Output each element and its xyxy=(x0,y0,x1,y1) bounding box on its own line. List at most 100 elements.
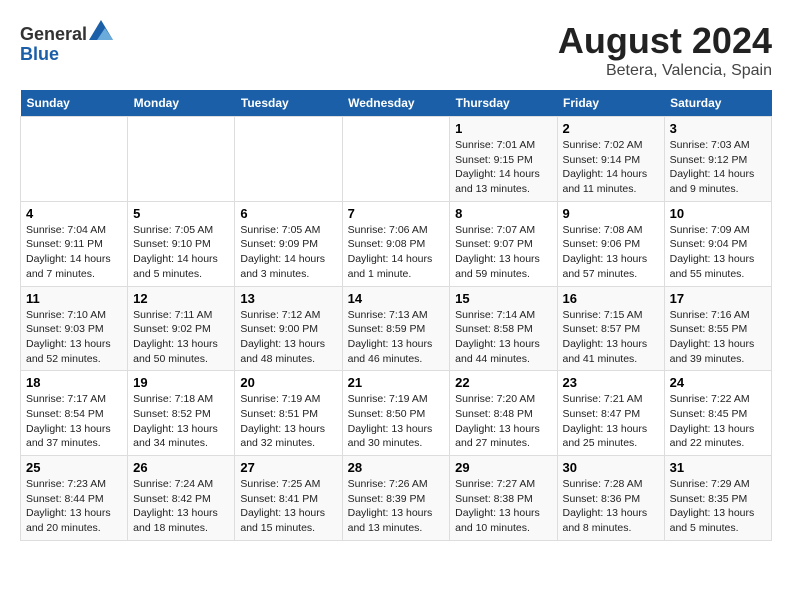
calendar-cell: 5 Sunrise: 7:05 AMSunset: 9:10 PMDaylight… xyxy=(128,201,235,286)
day-number: 8 xyxy=(455,206,551,221)
day-number: 23 xyxy=(563,375,659,390)
calendar-cell: 6 Sunrise: 7:05 AMSunset: 9:09 PMDaylight… xyxy=(235,201,342,286)
calendar-cell: 3Sunrise: 7:03 AMSunset: 9:12 PMDaylight… xyxy=(664,117,771,202)
day-number: 31 xyxy=(670,460,766,475)
calendar-cell: 26 Sunrise: 7:24 AMSunset: 8:42 PMDayligh… xyxy=(128,456,235,541)
day-number: 18 xyxy=(26,375,122,390)
weekday-header: Saturday xyxy=(664,90,771,117)
day-number: 11 xyxy=(26,291,122,306)
calendar-cell: 2Sunrise: 7:02 AMSunset: 9:14 PMDaylight… xyxy=(557,117,664,202)
day-info: Sunrise: 7:28 AMSunset: 8:36 PMDaylight:… xyxy=(563,477,659,536)
day-info: Sunrise: 7:15 AMSunset: 8:57 PMDaylight:… xyxy=(563,308,659,367)
day-number: 7 xyxy=(348,206,445,221)
day-number: 10 xyxy=(670,206,766,221)
title-block: August 2024 Betera, Valencia, Spain xyxy=(558,20,772,80)
calendar-week-row: 11 Sunrise: 7:10 AMSunset: 9:03 PMDayligh… xyxy=(21,286,772,371)
day-info: Sunrise: 7:09 AMSunset: 9:04 PMDaylight:… xyxy=(670,223,766,282)
calendar-header: SundayMondayTuesdayWednesdayThursdayFrid… xyxy=(21,90,772,117)
day-number: 19 xyxy=(133,375,229,390)
logo-blue-text: Blue xyxy=(20,44,59,64)
day-info: Sunrise: 7:20 AMSunset: 8:48 PMDaylight:… xyxy=(455,392,551,451)
day-info: Sunrise: 7:19 AMSunset: 8:50 PMDaylight:… xyxy=(348,392,445,451)
day-info: Sunrise: 7:25 AMSunset: 8:41 PMDaylight:… xyxy=(240,477,336,536)
day-info: Sunrise: 7:08 AMSunset: 9:06 PMDaylight:… xyxy=(563,223,659,282)
day-info: Sunrise: 7:14 AMSunset: 8:58 PMDaylight:… xyxy=(455,308,551,367)
calendar-cell: 21 Sunrise: 7:19 AMSunset: 8:50 PMDayligh… xyxy=(342,371,450,456)
day-number: 20 xyxy=(240,375,336,390)
day-number: 27 xyxy=(240,460,336,475)
day-number: 13 xyxy=(240,291,336,306)
day-info: Sunrise: 7:19 AMSunset: 8:51 PMDaylight:… xyxy=(240,392,336,451)
day-info: Sunrise: 7:27 AMSunset: 8:38 PMDaylight:… xyxy=(455,477,551,536)
day-info: Sunrise: 7:06 AMSunset: 9:08 PMDaylight:… xyxy=(348,223,445,282)
day-info: Sunrise: 7:22 AMSunset: 8:45 PMDaylight:… xyxy=(670,392,766,451)
calendar-cell: 29Sunrise: 7:27 AMSunset: 8:38 PMDayligh… xyxy=(450,456,557,541)
calendar-cell: 18 Sunrise: 7:17 AMSunset: 8:54 PMDayligh… xyxy=(21,371,128,456)
day-info: Sunrise: 7:23 AMSunset: 8:44 PMDaylight:… xyxy=(26,477,122,536)
calendar-cell: 1 Sunrise: 7:01 AMSunset: 9:15 PMDaylight… xyxy=(450,117,557,202)
day-info: Sunrise: 7:18 AMSunset: 8:52 PMDaylight:… xyxy=(133,392,229,451)
calendar-cell: 25Sunrise: 7:23 AMSunset: 8:44 PMDayligh… xyxy=(21,456,128,541)
day-number: 22 xyxy=(455,375,551,390)
day-info: Sunrise: 7:21 AMSunset: 8:47 PMDaylight:… xyxy=(563,392,659,451)
weekday-header: Monday xyxy=(128,90,235,117)
calendar-cell: 30 Sunrise: 7:28 AMSunset: 8:36 PMDayligh… xyxy=(557,456,664,541)
calendar-subtitle: Betera, Valencia, Spain xyxy=(558,62,772,80)
logo-icon xyxy=(89,20,113,40)
calendar-cell: 11 Sunrise: 7:10 AMSunset: 9:03 PMDayligh… xyxy=(21,286,128,371)
calendar-cell: 4Sunrise: 7:04 AMSunset: 9:11 PMDaylight… xyxy=(21,201,128,286)
calendar-cell: 14 Sunrise: 7:13 AMSunset: 8:59 PMDayligh… xyxy=(342,286,450,371)
calendar-body: 1 Sunrise: 7:01 AMSunset: 9:15 PMDaylight… xyxy=(21,117,772,541)
calendar-cell: 28Sunrise: 7:26 AMSunset: 8:39 PMDayligh… xyxy=(342,456,450,541)
calendar-table: SundayMondayTuesdayWednesdayThursdayFrid… xyxy=(20,90,772,541)
calendar-cell: 10 Sunrise: 7:09 AMSunset: 9:04 PMDayligh… xyxy=(664,201,771,286)
calendar-cell: 13 Sunrise: 7:12 AMSunset: 9:00 PMDayligh… xyxy=(235,286,342,371)
calendar-cell: 27 Sunrise: 7:25 AMSunset: 8:41 PMDayligh… xyxy=(235,456,342,541)
day-info: Sunrise: 7:24 AMSunset: 8:42 PMDaylight:… xyxy=(133,477,229,536)
weekday-header: Sunday xyxy=(21,90,128,117)
day-info: Sunrise: 7:10 AMSunset: 9:03 PMDaylight:… xyxy=(26,308,122,367)
day-number: 14 xyxy=(348,291,445,306)
day-info: Sunrise: 7:05 AMSunset: 9:09 PMDaylight:… xyxy=(240,223,336,282)
calendar-week-row: 25Sunrise: 7:23 AMSunset: 8:44 PMDayligh… xyxy=(21,456,772,541)
calendar-cell: 9 Sunrise: 7:08 AMSunset: 9:06 PMDaylight… xyxy=(557,201,664,286)
calendar-cell: 24Sunrise: 7:22 AMSunset: 8:45 PMDayligh… xyxy=(664,371,771,456)
calendar-cell xyxy=(21,117,128,202)
calendar-cell: 22 Sunrise: 7:20 AMSunset: 8:48 PMDayligh… xyxy=(450,371,557,456)
day-number: 12 xyxy=(133,291,229,306)
day-info: Sunrise: 7:12 AMSunset: 9:00 PMDaylight:… xyxy=(240,308,336,367)
day-number: 9 xyxy=(563,206,659,221)
weekday-header: Wednesday xyxy=(342,90,450,117)
day-info: Sunrise: 7:13 AMSunset: 8:59 PMDaylight:… xyxy=(348,308,445,367)
day-info: Sunrise: 7:05 AMSunset: 9:10 PMDaylight:… xyxy=(133,223,229,282)
logo: General Blue xyxy=(20,20,113,65)
day-number: 26 xyxy=(133,460,229,475)
weekday-header: Friday xyxy=(557,90,664,117)
day-number: 21 xyxy=(348,375,445,390)
calendar-cell: 23 Sunrise: 7:21 AMSunset: 8:47 PMDayligh… xyxy=(557,371,664,456)
day-info: Sunrise: 7:01 AMSunset: 9:15 PMDaylight:… xyxy=(455,138,551,197)
day-info: Sunrise: 7:07 AMSunset: 9:07 PMDaylight:… xyxy=(455,223,551,282)
day-info: Sunrise: 7:11 AMSunset: 9:02 PMDaylight:… xyxy=(133,308,229,367)
calendar-cell: 7 Sunrise: 7:06 AMSunset: 9:08 PMDaylight… xyxy=(342,201,450,286)
day-number: 1 xyxy=(455,121,551,136)
day-info: Sunrise: 7:16 AMSunset: 8:55 PMDaylight:… xyxy=(670,308,766,367)
weekday-header: Thursday xyxy=(450,90,557,117)
page-header: General Blue August 2024 Betera, Valenci… xyxy=(20,20,772,80)
day-number: 5 xyxy=(133,206,229,221)
calendar-cell: 20 Sunrise: 7:19 AMSunset: 8:51 PMDayligh… xyxy=(235,371,342,456)
calendar-cell: 15Sunrise: 7:14 AMSunset: 8:58 PMDayligh… xyxy=(450,286,557,371)
day-number: 30 xyxy=(563,460,659,475)
day-number: 6 xyxy=(240,206,336,221)
calendar-cell xyxy=(235,117,342,202)
calendar-cell xyxy=(128,117,235,202)
day-info: Sunrise: 7:03 AMSunset: 9:12 PMDaylight:… xyxy=(670,138,766,197)
calendar-cell: 31Sunrise: 7:29 AMSunset: 8:35 PMDayligh… xyxy=(664,456,771,541)
day-info: Sunrise: 7:17 AMSunset: 8:54 PMDaylight:… xyxy=(26,392,122,451)
calendar-cell: 12 Sunrise: 7:11 AMSunset: 9:02 PMDayligh… xyxy=(128,286,235,371)
day-number: 4 xyxy=(26,206,122,221)
day-number: 2 xyxy=(563,121,659,136)
calendar-week-row: 1 Sunrise: 7:01 AMSunset: 9:15 PMDaylight… xyxy=(21,117,772,202)
day-info: Sunrise: 7:26 AMSunset: 8:39 PMDaylight:… xyxy=(348,477,445,536)
calendar-cell: 8 Sunrise: 7:07 AMSunset: 9:07 PMDaylight… xyxy=(450,201,557,286)
